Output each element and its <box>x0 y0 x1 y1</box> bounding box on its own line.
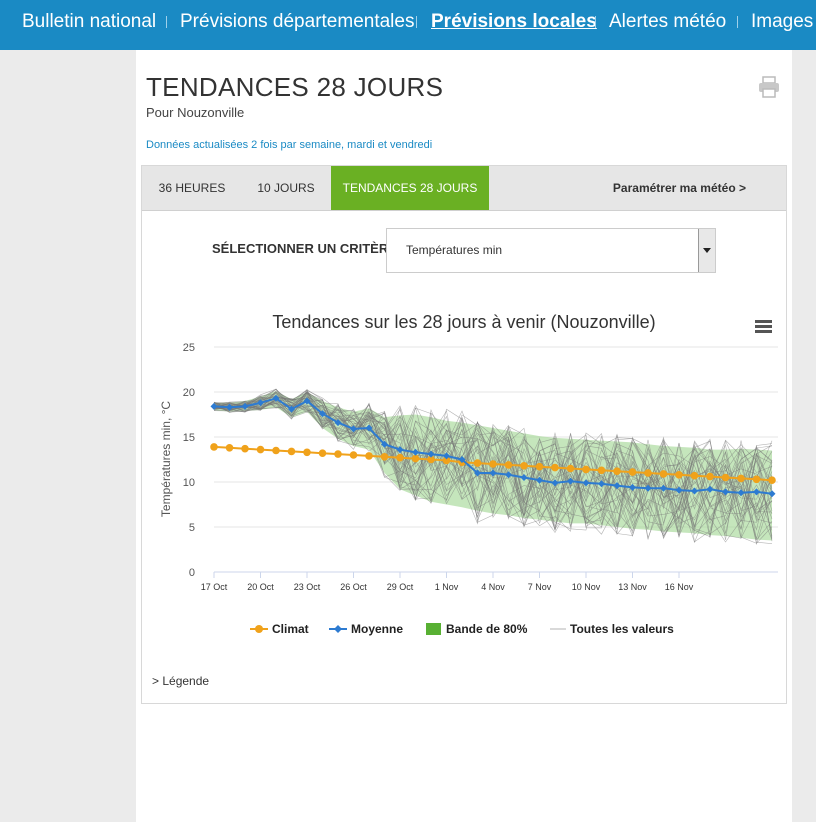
page-title: TENDANCES 28 JOURS <box>146 72 444 102</box>
climat-point <box>644 469 652 477</box>
y-tick-label: 20 <box>183 387 195 399</box>
x-tick-label: 26 Oct <box>340 582 367 592</box>
y-tick-label: 5 <box>189 522 195 534</box>
climat-point <box>582 465 590 474</box>
x-tick-label: 17 Oct <box>201 582 228 592</box>
climat-point <box>675 471 683 479</box>
climat-point <box>380 453 389 461</box>
tab-bar: 36 HEURES 10 JOURS TENDANCES 28 JOURS Pa… <box>142 166 786 211</box>
tab-10-jours[interactable]: 10 JOURS <box>242 166 330 210</box>
criterion-label: SÉLECTIONNER UN CRITÈRE <box>212 241 397 256</box>
legend-moyenne-marker <box>334 625 342 633</box>
climat-point <box>349 451 358 459</box>
nav-separator <box>416 16 417 28</box>
criterion-select[interactable]: Températures min <box>386 228 716 273</box>
tab-tendances-28-jours[interactable]: TENDANCES 28 JOURS <box>331 166 489 210</box>
climat-point <box>411 454 420 463</box>
climat-point <box>489 460 497 468</box>
nav-previsions-locales[interactable]: Prévisions locales <box>431 11 597 33</box>
criterion-selected-value: Températures min <box>406 243 503 257</box>
nav-separator <box>737 16 738 28</box>
climat-point <box>272 446 280 455</box>
forecast-panel: 36 HEURES 10 JOURS TENDANCES 28 JOURS Pa… <box>141 165 787 704</box>
legend-climat-marker <box>255 625 263 633</box>
x-tick-label: 23 Oct <box>294 582 321 592</box>
page-subtitle: Pour Nouzonville <box>146 105 245 120</box>
y-axis-label: Températures min, °C <box>159 401 173 518</box>
x-tick-label: 1 Nov <box>435 582 459 592</box>
climat-point <box>706 472 714 481</box>
legend-climat[interactable]: Climat <box>272 622 309 636</box>
legend-band-swatch <box>426 623 441 635</box>
climat-point <box>737 474 745 483</box>
climat-point <box>768 476 776 484</box>
temperature-chart: Tendances sur les 28 jours à venir (Nouz… <box>159 312 778 636</box>
tab-36-heures[interactable]: 36 HEURES <box>142 166 242 210</box>
nav-bulletin-national[interactable]: Bulletin national <box>22 11 156 33</box>
climat-point <box>225 444 234 452</box>
climat-point <box>504 461 513 469</box>
climat-point <box>318 449 327 457</box>
x-tick-label: 29 Oct <box>387 582 414 592</box>
climat-point <box>566 464 575 473</box>
nav-separator <box>595 16 596 28</box>
y-tick-label: 15 <box>183 432 195 444</box>
climat-point <box>721 473 730 482</box>
chart-legend: Climat Moyenne Bande de 80% Toutes les v… <box>250 622 674 636</box>
climat-point <box>535 462 544 471</box>
legend-toutes-valeurs[interactable]: Toutes les valeurs <box>570 622 674 636</box>
page-content: TENDANCES 28 JOURS Pour Nouzonville Donn… <box>136 50 792 822</box>
chart-title: Tendances sur les 28 jours à venir (Nouz… <box>272 312 655 332</box>
nav-previsions-departementales[interactable]: Prévisions départementales <box>180 11 414 33</box>
x-axis: 17 Oct 20 Oct 23 Oct 26 Oct 29 Oct 1 Nov 4 Nov… <box>201 571 778 592</box>
legend-bande[interactable]: Bande de 80% <box>446 622 528 636</box>
climat-point <box>256 445 265 454</box>
x-tick-label: 13 Nov <box>618 582 647 592</box>
legend-toggle-link[interactable]: > Légende <box>152 674 209 688</box>
nav-alertes-meteo[interactable]: Alertes météo <box>609 11 726 33</box>
climat-point <box>659 470 668 478</box>
x-tick-label: 20 Oct <box>247 582 274 592</box>
climat-point <box>628 468 637 476</box>
climat-point <box>365 452 373 460</box>
climat-point <box>752 475 761 484</box>
print-icon[interactable] <box>758 76 780 98</box>
climat-point <box>597 466 606 475</box>
climat-point <box>551 463 559 472</box>
nav-separator <box>166 16 167 28</box>
y-tick-label: 25 <box>183 342 195 354</box>
y-tick-label: 10 <box>183 477 195 489</box>
climat-point <box>473 459 482 467</box>
climat-point <box>613 467 621 475</box>
legend-moyenne[interactable]: Moyenne <box>351 622 403 636</box>
chevron-down-icon[interactable] <box>698 229 715 272</box>
climat-point <box>241 444 249 453</box>
top-navigation: Bulletin national Prévisions département… <box>0 0 816 50</box>
y-tick-label: 0 <box>189 567 195 579</box>
climat-point <box>396 453 404 462</box>
update-note: Données actualisées 2 fois par semaine, … <box>146 139 433 151</box>
climat-point <box>287 447 296 456</box>
x-tick-label: 10 Nov <box>572 582 601 592</box>
climat-point <box>334 450 342 458</box>
x-tick-label: 16 Nov <box>665 582 694 592</box>
x-tick-label: 7 Nov <box>528 582 552 592</box>
nav-images[interactable]: Images r <box>751 11 816 33</box>
climat-point <box>520 462 528 470</box>
chart-menu-icon[interactable] <box>755 320 772 333</box>
parametrer-meteo-link[interactable]: Paramétrer ma météo > <box>613 166 746 210</box>
climat-point <box>690 471 699 480</box>
climat-point <box>210 443 218 451</box>
x-tick-label: 4 Nov <box>481 582 505 592</box>
climat-point <box>303 448 311 457</box>
